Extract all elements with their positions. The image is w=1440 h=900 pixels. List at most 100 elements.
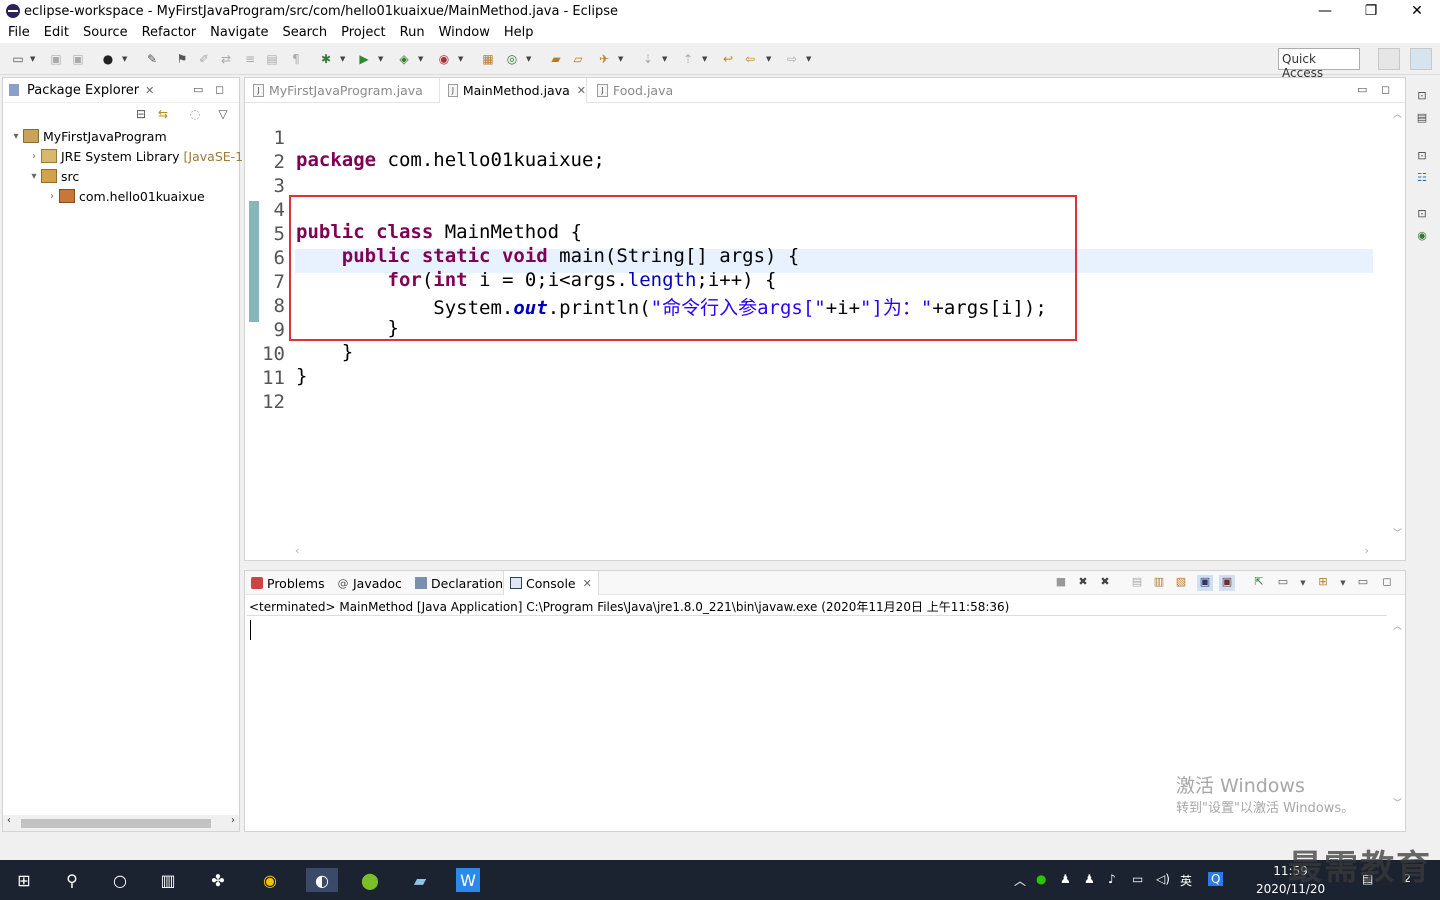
chrome-icon[interactable]: ◉ [258, 868, 282, 892]
quick-access-field[interactable]: Quick Access [1278, 48, 1360, 80]
coverage-icon[interactable]: ◈ [396, 51, 412, 67]
maximize-view-icon[interactable]: ◻ [215, 83, 224, 96]
tab-myfirstjavaprogram[interactable]: J MyFirstJavaProgram.java [245, 78, 435, 103]
menu-search[interactable]: Search [282, 25, 327, 40]
scroll-right-icon[interactable]: › [231, 815, 235, 826]
scroll-down-icon[interactable]: ﹀ [1393, 526, 1402, 539]
terminate-icon[interactable]: ■ [1053, 575, 1069, 591]
wps-icon[interactable]: W [456, 868, 480, 892]
minimize-button[interactable]: — [1302, 0, 1348, 22]
console-vertical-scrollbar[interactable]: ︿ ﹀ [1389, 615, 1405, 813]
next-annotation-dropdown-icon[interactable]: ▼ [662, 55, 667, 63]
close-tab-icon[interactable]: ✕ [577, 84, 586, 97]
package-explorer-tab[interactable]: Package Explorer ✕ [3, 78, 239, 103]
search-icon[interactable]: ✈ [596, 51, 612, 67]
start-windows-icon[interactable]: ⊞ [12, 868, 36, 892]
tab-declaration[interactable]: Declaration [415, 571, 503, 595]
scroll-down-icon[interactable]: ﹀ [1393, 796, 1402, 809]
last-edit-icon[interactable]: ↩ [720, 51, 736, 67]
close-tab-icon[interactable]: ✕ [583, 577, 592, 590]
java-perspective-icon[interactable] [1410, 48, 1432, 70]
new-class-icon[interactable]: ◎ [504, 51, 520, 67]
show-on-stderr-icon[interactable]: ▣ [1219, 575, 1235, 591]
new-class-dropdown-icon[interactable]: ▼ [526, 55, 531, 63]
wechat-icon[interactable]: ● [1036, 872, 1046, 886]
search-dropdown-icon[interactable]: ▼ [618, 55, 623, 63]
tree-item-project[interactable]: ▾ MyFirstJavaProgram [9, 126, 166, 146]
editor-horizontal-scrollbar[interactable]: ‹ › [295, 544, 1369, 560]
menu-help[interactable]: Help [504, 25, 534, 40]
collapse-arrow-icon[interactable]: › [27, 151, 41, 162]
close-button[interactable]: ✕ [1394, 0, 1440, 22]
cortana-icon[interactable]: ○ [108, 868, 132, 892]
notepad-icon[interactable]: ▰ [408, 868, 432, 892]
back-dropdown-icon[interactable]: ▼ [766, 55, 771, 63]
previous-annotation-dropdown-icon[interactable]: ▼ [702, 55, 707, 63]
new-dropdown-icon[interactable]: ▼ [30, 55, 35, 63]
scroll-up-icon[interactable]: ︿ [1393, 107, 1402, 120]
menu-refactor[interactable]: Refactor [142, 25, 197, 40]
scroll-up-icon[interactable]: ︿ [1393, 619, 1402, 632]
minimize-view-icon[interactable]: ▭ [193, 83, 203, 96]
green-app-icon[interactable]: ⬤ [358, 868, 382, 892]
qq-browser-icon[interactable]: Q [1208, 872, 1224, 886]
save-all-icon[interactable]: ▣ [70, 51, 86, 67]
task-list-icon[interactable]: ▤ [1414, 111, 1430, 127]
save-icon[interactable]: ▣ [48, 51, 64, 67]
connect-mylyn-icon[interactable]: ◉ [1414, 229, 1430, 245]
menu-source[interactable]: Source [83, 25, 128, 40]
notification-bell-icon[interactable]: ♪ [1108, 872, 1116, 886]
tree-item-package[interactable]: › com.hello01kuaixue [45, 186, 205, 206]
toggle-breakpoint-icon[interactable]: ✎ [144, 51, 160, 67]
task-view-icon[interactable]: ▥ [156, 868, 180, 892]
view-menu-icon[interactable]: ▽ [215, 106, 231, 122]
expand-arrow-icon[interactable]: ▾ [27, 171, 41, 182]
external-tools-dropdown-icon[interactable]: ▼ [458, 55, 463, 63]
collapse-arrow-icon[interactable]: › [45, 191, 59, 202]
horizontal-scrollbar[interactable]: ‹ › [3, 815, 239, 831]
search-toggle-icon[interactable]: ⚑ [174, 51, 190, 67]
tab-food[interactable]: J Food.java [589, 78, 689, 103]
tab-javadoc[interactable]: @ Javadoc [337, 571, 402, 595]
new-icon[interactable]: ▭ [10, 51, 26, 67]
skip-breakpoints-icon[interactable]: ● [100, 51, 116, 67]
qq-icon-2[interactable]: ♟ [1084, 872, 1095, 886]
open-console-dropdown-icon[interactable]: ▼ [1335, 579, 1351, 595]
display-console-icon[interactable]: ▭ [1275, 575, 1291, 591]
minimize-editor-icon[interactable]: ▭ [1357, 83, 1367, 96]
open-console-icon[interactable]: ⊞ [1315, 575, 1331, 591]
maximize-view-icon[interactable]: ◻ [1379, 575, 1395, 591]
menu-window[interactable]: Window [439, 25, 490, 40]
scroll-lock-icon[interactable]: ▥ [1151, 575, 1167, 591]
menu-run[interactable]: Run [400, 25, 425, 40]
scroll-left-icon[interactable]: ‹ [7, 815, 11, 826]
open-perspective-icon[interactable] [1378, 48, 1400, 70]
clear-console-icon[interactable]: ▤ [1129, 575, 1145, 591]
restore-view-icon[interactable]: ⊡ [1414, 207, 1430, 223]
search-icon[interactable]: ⚲ [60, 868, 84, 892]
pinwheel-app-icon[interactable]: ✤ [206, 868, 230, 892]
remove-all-launches-icon[interactable]: ✖ [1097, 575, 1113, 591]
word-wrap-icon[interactable]: ▤ [264, 51, 280, 67]
expand-arrow-icon[interactable]: ▾ [9, 131, 23, 142]
remove-launch-icon[interactable]: ✖ [1075, 575, 1091, 591]
pin-console-icon[interactable]: ⇱ [1251, 575, 1267, 591]
link-with-editor-icon[interactable]: ⇆ [155, 106, 171, 122]
ime-indicator[interactable]: 英 [1180, 872, 1192, 889]
scroll-right-icon[interactable]: › [1365, 544, 1369, 557]
collapse-all-icon[interactable]: ⊟ [133, 106, 149, 122]
menu-project[interactable]: Project [341, 25, 385, 40]
block-selection-icon[interactable]: ⇄ [218, 51, 234, 67]
menu-edit[interactable]: Edit [44, 25, 69, 40]
code-area[interactable]: 1 package com.hello01kuaixue; 2 3 4 publ… [245, 103, 1405, 543]
scrollbar-thumb[interactable] [21, 819, 211, 828]
back-icon[interactable]: ⇦ [742, 51, 758, 67]
tab-mainmethod[interactable]: J MainMethod.java ✕ [439, 78, 587, 103]
run-dropdown-icon[interactable]: ▼ [378, 55, 383, 63]
new-java-project-icon[interactable]: ▦ [480, 51, 496, 67]
scroll-left-icon[interactable]: ‹ [295, 544, 299, 557]
maximize-editor-icon[interactable]: ◻ [1381, 83, 1390, 96]
forward-dropdown-icon[interactable]: ▼ [806, 55, 811, 63]
show-on-stdout-icon[interactable]: ▣ [1197, 575, 1213, 591]
mark-occurrences-icon[interactable]: ✐ [196, 51, 212, 67]
